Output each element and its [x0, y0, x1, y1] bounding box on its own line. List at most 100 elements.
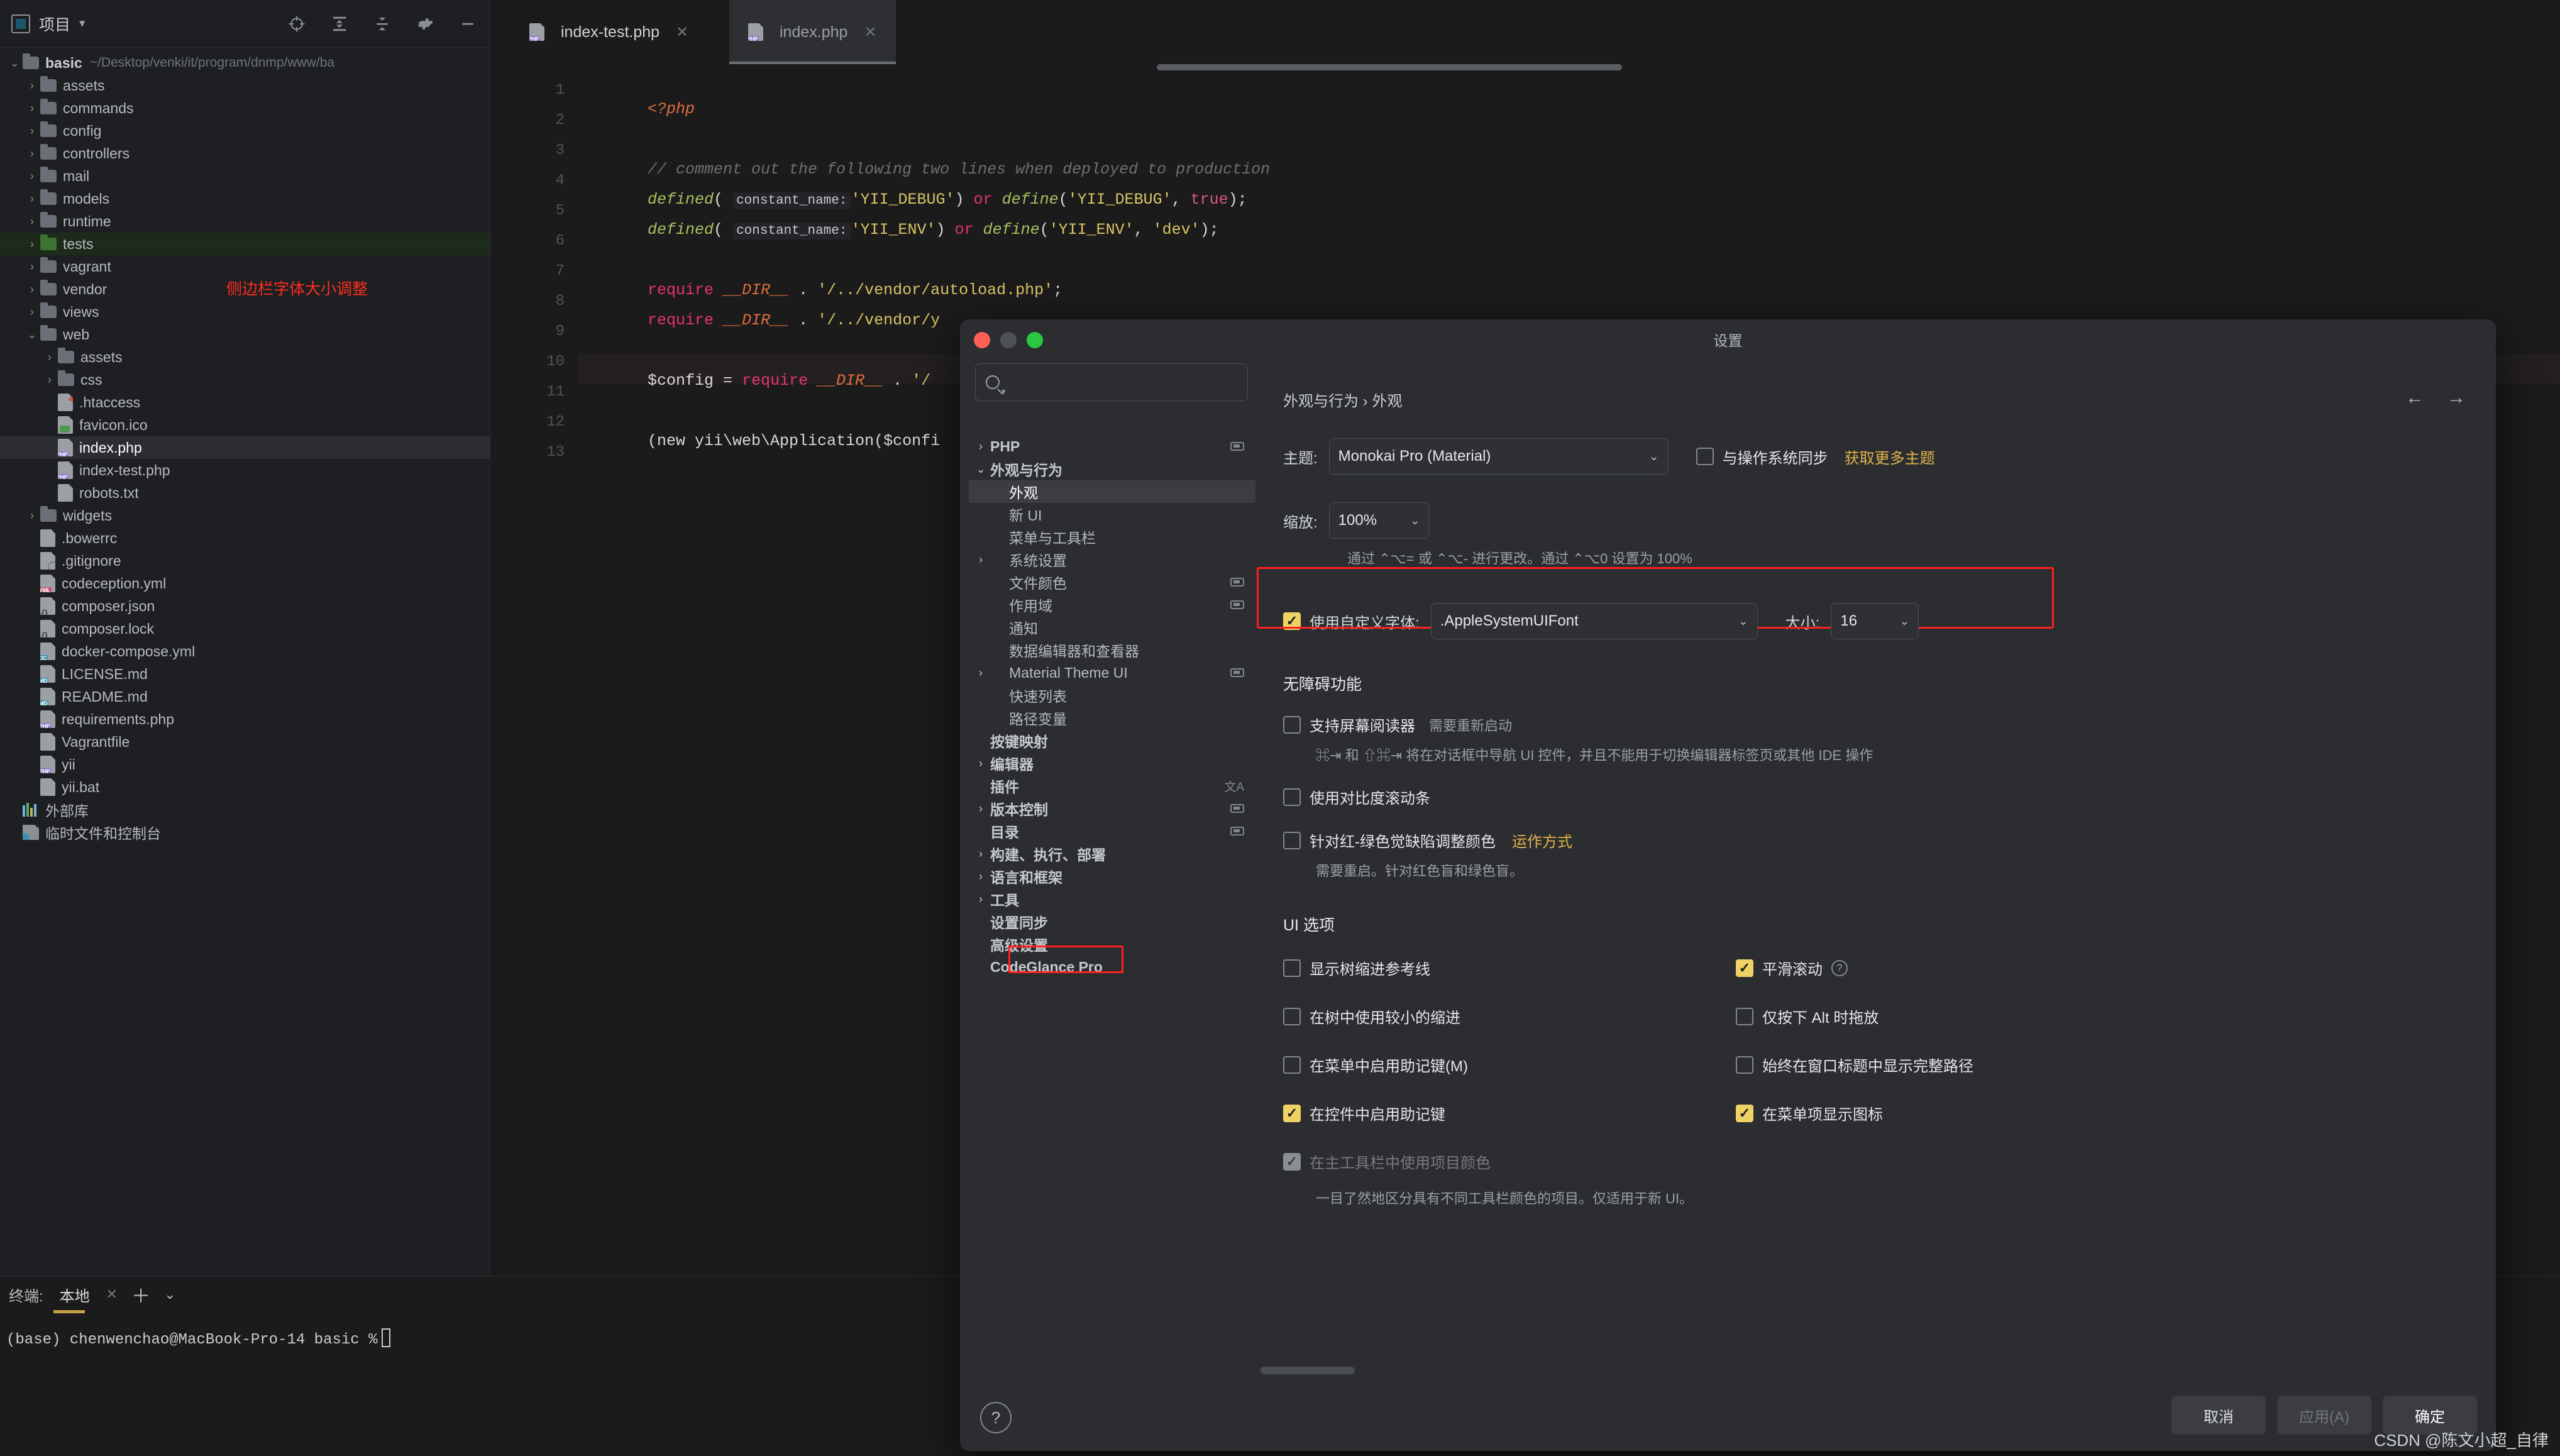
settings-category-2[interactable]: ›外观	[969, 480, 1255, 503]
tree-row[interactable]: ›MDREADME.md	[0, 685, 490, 708]
settings-category-4[interactable]: ›菜单与工具栏	[969, 526, 1255, 548]
tree-row[interactable]: ›.gitignore	[0, 549, 490, 572]
close-icon[interactable]: ✕	[106, 1286, 118, 1303]
maximize-window-button[interactable]	[1027, 332, 1043, 348]
settings-scrollbar[interactable]	[1261, 1367, 1355, 1374]
theme-select[interactable]: Monokai Pro (Material) ⌄	[1328, 438, 1669, 475]
settings-category-21[interactable]: ›设置同步	[969, 910, 1255, 933]
settings-category-23[interactable]: ›CodeGlance Pro	[969, 956, 1255, 978]
collapse-all-icon[interactable]	[372, 13, 393, 35]
gear-icon[interactable]	[414, 13, 436, 35]
tree-row[interactable]: ›MDLICENSE.md	[0, 663, 490, 685]
settings-category-10[interactable]: › Material Theme UI	[969, 661, 1255, 684]
back-arrow-icon[interactable]: ←	[2405, 387, 2424, 409]
tree-row[interactable]: ›composer.lock	[0, 617, 490, 640]
settings-category-17[interactable]: ›目录	[969, 820, 1255, 842]
settings-category-1[interactable]: ⌄ 外观与行为	[969, 458, 1255, 480]
settings-category-tree[interactable]: ›PHP⌄外观与行为›外观›新 UI›菜单与工具栏›系统设置›文件颜色›作用域›…	[969, 435, 1255, 978]
chevron-down-icon[interactable]: ⌄	[164, 1286, 175, 1303]
tree-row[interactable]: › widgets	[0, 504, 490, 527]
close-icon[interactable]: ✕	[676, 23, 688, 41]
chevron-down-icon[interactable]: ▾	[1001, 387, 1006, 397]
minimize-window-button[interactable]	[1000, 332, 1017, 348]
chevron-right-icon[interactable]: ›	[24, 79, 40, 92]
chevron-right-icon[interactable]: ›	[971, 802, 990, 815]
colorblind-checkbox[interactable]	[1283, 831, 1301, 849]
tree-row[interactable]: › mail	[0, 165, 490, 187]
chevron-right-icon[interactable]: ›	[24, 283, 40, 296]
chevron-right-icon[interactable]: ›	[971, 553, 990, 566]
chevron-right-icon[interactable]: ›	[41, 351, 58, 364]
settings-category-8[interactable]: ›通知	[969, 616, 1255, 639]
chevron-down-icon[interactable]: ⌄	[24, 328, 40, 341]
settings-category-18[interactable]: › 构建、执行、部署	[969, 842, 1255, 865]
tree-row[interactable]: › css	[0, 368, 490, 391]
chevron-right-icon[interactable]: ›	[24, 170, 40, 183]
chevron-down-icon[interactable]: ⌄	[6, 57, 23, 70]
tree-row[interactable]: › controllers	[0, 142, 490, 165]
chevron-right-icon[interactable]: ›	[24, 306, 40, 319]
ui-option-checkbox[interactable]	[1283, 1007, 1301, 1025]
tree-row[interactable]: › vagrant	[0, 255, 490, 278]
chevron-right-icon[interactable]: ›	[971, 847, 990, 861]
settings-category-5[interactable]: › 系统设置	[969, 548, 1255, 571]
help-button[interactable]: ?	[980, 1402, 1012, 1433]
contrast-scrollbar-checkbox[interactable]	[1283, 788, 1301, 806]
cancel-button[interactable]: 取消	[2171, 1396, 2266, 1435]
expand-all-icon[interactable]	[329, 13, 350, 35]
font-size-select[interactable]: 16 ⌄	[1831, 603, 1919, 639]
chevron-right-icon[interactable]: ›	[971, 666, 990, 680]
chevron-down-icon[interactable]: ⌄	[971, 463, 990, 476]
ui-option-checkbox[interactable]	[1283, 959, 1301, 977]
custom-font-select[interactable]: .AppleSystemUIFont ⌄	[1430, 603, 1758, 639]
chevron-down-icon[interactable]: ▾	[79, 18, 86, 30]
locate-target-icon[interactable]	[286, 13, 307, 35]
settings-category-15[interactable]: ›插件文A	[969, 775, 1255, 797]
chevron-right-icon[interactable]: ›	[24, 147, 40, 160]
settings-category-7[interactable]: ›作用域	[969, 593, 1255, 616]
tree-row-root[interactable]: ⌄ basic ~/Desktop/venki/it/program/dnmp/…	[0, 52, 490, 74]
close-window-button[interactable]	[974, 332, 990, 348]
tree-row[interactable]: › assets	[0, 74, 490, 97]
ui-option-checkbox[interactable]	[1736, 1056, 1753, 1074]
settings-category-9[interactable]: ›数据编辑器和查看器	[969, 639, 1255, 661]
settings-search-box[interactable]: ▾	[975, 363, 1248, 401]
chevron-right-icon[interactable]: ›	[41, 373, 58, 387]
close-icon[interactable]: ✕	[864, 23, 876, 41]
tree-row[interactable]: ›favicon.ico	[0, 414, 490, 436]
more-themes-link[interactable]: 获取更多主题	[1845, 446, 1935, 468]
settings-category-6[interactable]: ›文件颜色	[969, 571, 1255, 593]
tree-row[interactable]: ›composer.json	[0, 595, 490, 617]
tree-row[interactable]: › runtime	[0, 210, 490, 233]
tree-row[interactable]: ›YMLcodeception.yml	[0, 572, 490, 595]
tree-row[interactable]: ›DCdocker-compose.yml	[0, 640, 490, 663]
chevron-right-icon[interactable]: ›	[24, 509, 40, 522]
chevron-right-icon[interactable]: ›	[24, 124, 40, 138]
settings-category-14[interactable]: › 编辑器	[969, 752, 1255, 775]
apply-button[interactable]: 应用(A)	[2277, 1396, 2371, 1435]
tree-row[interactable]: ›临时文件和控制台	[0, 821, 490, 844]
tree-row[interactable]: ›Vagrantfile	[0, 731, 490, 753]
chevron-right-icon[interactable]: ›	[24, 192, 40, 206]
sync-os-checkbox[interactable]	[1696, 448, 1714, 465]
tree-row[interactable]: ›PHPrequirements.php	[0, 708, 490, 731]
editor-tab-index[interactable]: PHP index.php ✕	[729, 0, 896, 64]
tree-row[interactable]: › tests	[0, 233, 490, 255]
tree-row[interactable]: › models	[0, 187, 490, 210]
settings-category-13[interactable]: ›按键映射	[969, 729, 1255, 752]
horizontal-scrollbar[interactable]	[1157, 64, 1622, 70]
ui-option-checkbox[interactable]	[1283, 1152, 1301, 1171]
chevron-right-icon[interactable]: ›	[971, 893, 990, 906]
tree-row[interactable]: ›PHPyii	[0, 753, 490, 776]
terminal-tab-local[interactable]: 本地	[53, 1284, 92, 1313]
tree-row[interactable]: › views	[0, 301, 490, 323]
tree-row[interactable]: › commands	[0, 97, 490, 119]
settings-category-16[interactable]: › 版本控制	[969, 797, 1255, 820]
settings-category-3[interactable]: ›新 UI	[969, 503, 1255, 526]
chevron-right-icon[interactable]: ›	[971, 440, 990, 453]
use-custom-font-checkbox[interactable]	[1283, 612, 1301, 630]
settings-category-20[interactable]: › 工具	[969, 888, 1255, 910]
ui-option-checkbox[interactable]	[1736, 1007, 1753, 1025]
settings-category-0[interactable]: › PHP	[969, 435, 1255, 458]
colorblind-how-link[interactable]: 运作方式	[1512, 829, 1572, 851]
